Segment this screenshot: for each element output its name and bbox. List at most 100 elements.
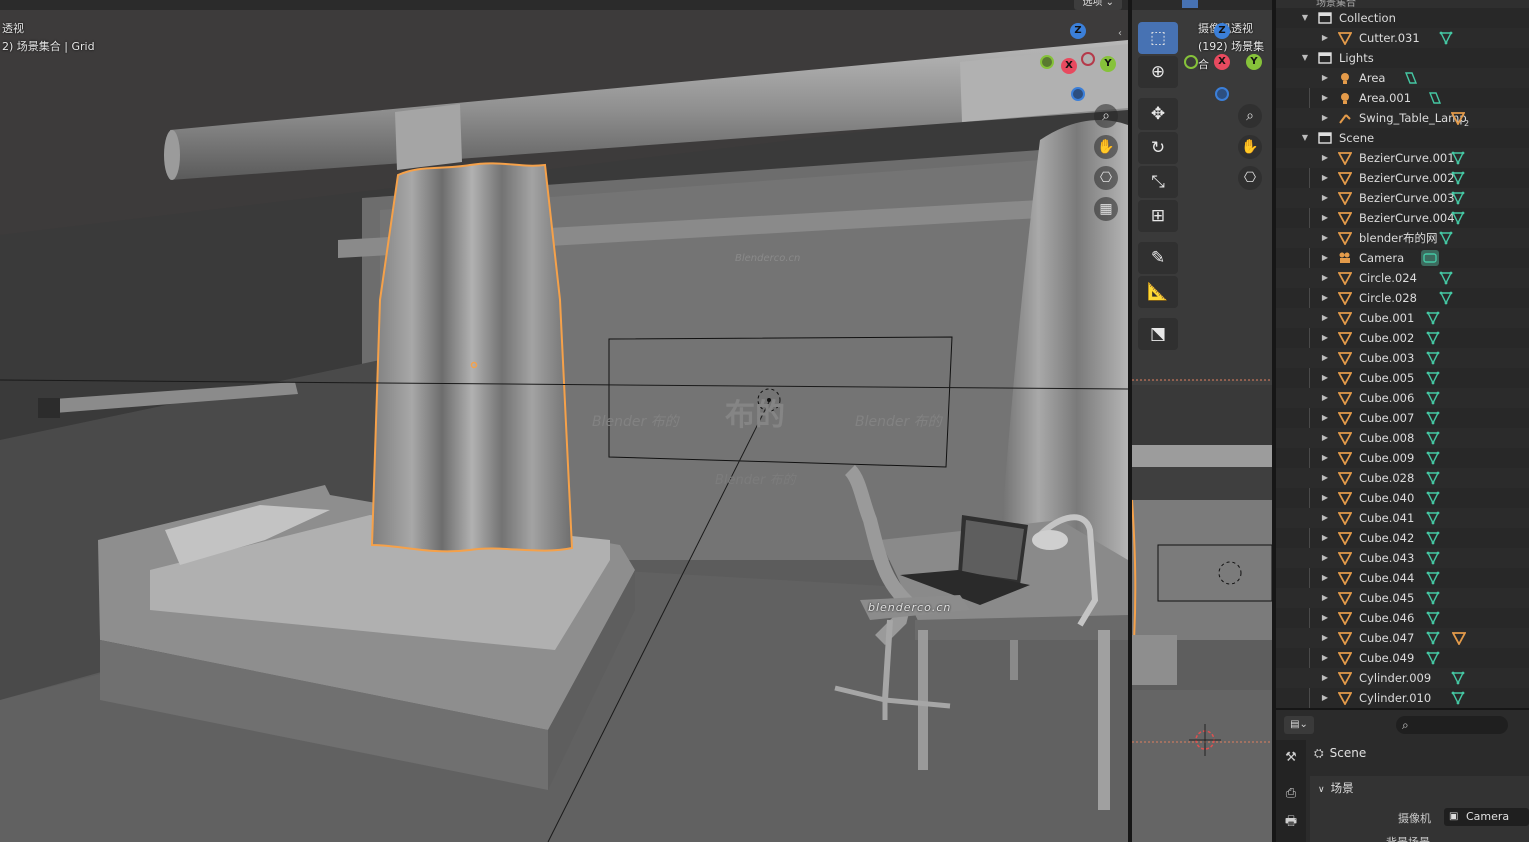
mesh-data-icon[interactable] bbox=[1426, 651, 1440, 665]
expand-right-icon[interactable]: ▶ bbox=[1320, 628, 1330, 648]
editor-type-dropdown[interactable]: ▤⌄ bbox=[1284, 716, 1314, 734]
camera-icon[interactable]: ⎔ bbox=[1238, 166, 1262, 190]
expand-right-icon[interactable]: ▶ bbox=[1320, 508, 1330, 528]
expand-right-icon[interactable]: ▶ bbox=[1320, 348, 1330, 368]
collapse-arrow-icon[interactable]: ‹ bbox=[1118, 28, 1122, 39]
outliner-row[interactable]: ▶ Cube.001 bbox=[1276, 308, 1529, 328]
outliner-row[interactable]: ▶ Circle.024 bbox=[1276, 268, 1529, 288]
expand-down-icon[interactable]: ▼ bbox=[1300, 8, 1310, 28]
mesh-data-icon[interactable] bbox=[1426, 331, 1440, 345]
outliner-row[interactable]: ▶ Cube.009 bbox=[1276, 448, 1529, 468]
mesh-data-icon[interactable] bbox=[1426, 571, 1440, 585]
expand-right-icon[interactable]: ▶ bbox=[1320, 308, 1330, 328]
outliner-row[interactable]: ▶ Cube.049 bbox=[1276, 648, 1529, 668]
transform-icon[interactable]: ⊞ bbox=[1138, 200, 1178, 232]
hand-icon[interactable]: ✋ bbox=[1238, 135, 1262, 159]
outliner-item-name[interactable]: BezierCurve.002 bbox=[1359, 168, 1455, 188]
outliner-row[interactable]: ▶ Cube.006 bbox=[1276, 388, 1529, 408]
hand-icon[interactable]: ✋ bbox=[1094, 135, 1118, 159]
mesh-multi-icon[interactable] bbox=[1450, 111, 1466, 126]
render-icon[interactable]: ⎙ bbox=[1281, 784, 1301, 804]
outliner-row[interactable]: ▶ Cube.045 bbox=[1276, 588, 1529, 608]
main-3d-viewport[interactable]: 选项 ⌄ 透视 2) 场景集合 | Grid Blenderco.cn 布的 B… bbox=[0, 0, 1128, 842]
mesh-data-icon[interactable] bbox=[1426, 551, 1440, 565]
outliner-item-name[interactable]: Cube.006 bbox=[1359, 388, 1414, 408]
outliner-row[interactable]: ▶ Area.001 bbox=[1276, 88, 1529, 108]
axis-neg-x-icon[interactable] bbox=[1081, 52, 1095, 66]
expand-down-icon[interactable]: ▼ bbox=[1300, 48, 1310, 68]
outliner-item-name[interactable]: Collection bbox=[1339, 8, 1396, 28]
mesh-data-icon[interactable] bbox=[1439, 291, 1453, 305]
axis-y-icon[interactable]: Y bbox=[1100, 56, 1116, 72]
axis-z-icon[interactable]: Z bbox=[1070, 23, 1086, 39]
outliner-item-name[interactable]: Cube.042 bbox=[1359, 528, 1414, 548]
expand-right-icon[interactable]: ▶ bbox=[1320, 588, 1330, 608]
expand-right-icon[interactable]: ▶ bbox=[1320, 548, 1330, 568]
measure-icon[interactable]: 📐 bbox=[1138, 276, 1178, 308]
outliner-item-name[interactable]: Cube.005 bbox=[1359, 368, 1414, 388]
outliner-row[interactable]: ▶ Cube.040 bbox=[1276, 488, 1529, 508]
outliner-item-name[interactable]: BezierCurve.004 bbox=[1359, 208, 1455, 228]
axis-neg-z-icon[interactable] bbox=[1071, 87, 1085, 101]
mesh-data-icon[interactable] bbox=[1426, 631, 1440, 645]
outliner-row[interactable]: ▶ Cube.043 bbox=[1276, 548, 1529, 568]
mesh-data-icon[interactable] bbox=[1426, 511, 1440, 525]
outliner-item-name[interactable]: Circle.028 bbox=[1359, 288, 1417, 308]
grid-icon[interactable]: ▦ bbox=[1094, 197, 1118, 221]
mesh-data-icon[interactable] bbox=[1426, 391, 1440, 405]
outliner-item-name[interactable]: Cube.002 bbox=[1359, 328, 1414, 348]
mesh-data-icon[interactable] bbox=[1426, 351, 1440, 365]
expand-right-icon[interactable]: ▶ bbox=[1320, 688, 1330, 708]
expand-right-icon[interactable]: ▶ bbox=[1320, 188, 1330, 208]
axis-y-icon[interactable]: Y bbox=[1246, 54, 1262, 70]
expand-right-icon[interactable]: ▶ bbox=[1320, 88, 1330, 108]
outliner-row[interactable]: ▶ Area bbox=[1276, 68, 1529, 88]
outliner-row[interactable]: ▶ Cube.044 bbox=[1276, 568, 1529, 588]
cursor-icon[interactable]: ⊕ bbox=[1138, 56, 1178, 88]
camera-field[interactable]: ▣ Camera bbox=[1444, 808, 1529, 826]
output-icon[interactable]: 🖶 bbox=[1281, 812, 1301, 832]
axis-neg-z-icon[interactable] bbox=[1215, 87, 1229, 101]
mesh-data-icon[interactable] bbox=[1426, 471, 1440, 485]
mesh-data-icon[interactable] bbox=[1439, 271, 1453, 285]
outliner-item-name[interactable]: Lights bbox=[1339, 48, 1374, 68]
mesh-data-icon[interactable] bbox=[1426, 611, 1440, 625]
outliner-row[interactable]: ▶ Cube.007 bbox=[1276, 408, 1529, 428]
modifier-icon[interactable] bbox=[1451, 631, 1467, 646]
outliner-item-name[interactable]: Camera bbox=[1359, 248, 1404, 268]
expand-right-icon[interactable]: ▶ bbox=[1320, 448, 1330, 468]
outliner-row[interactable]: ▼ Lights bbox=[1276, 48, 1529, 68]
mesh-data-icon[interactable] bbox=[1451, 191, 1465, 205]
outliner-item-name[interactable]: Cube.046 bbox=[1359, 608, 1414, 628]
outliner-row[interactable]: ▶ Cylinder.009 bbox=[1276, 668, 1529, 688]
expand-right-icon[interactable]: ▶ bbox=[1320, 468, 1330, 488]
outliner-item-name[interactable]: Cube.045 bbox=[1359, 588, 1414, 608]
outliner-row[interactable]: ▶ Camera bbox=[1276, 248, 1529, 268]
outliner-row[interactable]: ▶ Cube.005 bbox=[1276, 368, 1529, 388]
outliner-row[interactable]: ▶ Cutter.031 bbox=[1276, 28, 1529, 48]
outliner-item-name[interactable]: blender布的网 bbox=[1359, 228, 1437, 248]
outliner-item-name[interactable]: Area.001 bbox=[1359, 88, 1411, 108]
mesh-data-icon[interactable] bbox=[1426, 311, 1440, 325]
expand-right-icon[interactable]: ▶ bbox=[1320, 168, 1330, 188]
outliner-item-name[interactable]: Cube.040 bbox=[1359, 488, 1414, 508]
outliner-row[interactable]: ▶ BezierCurve.003 bbox=[1276, 188, 1529, 208]
mesh-data-icon[interactable] bbox=[1451, 171, 1465, 185]
outliner-row[interactable]: ▶ Swing_Table_Lamp 2 bbox=[1276, 108, 1529, 128]
outliner-item-name[interactable]: BezierCurve.001 bbox=[1359, 148, 1455, 168]
camera-icon[interactable]: ⎔ bbox=[1094, 166, 1118, 190]
outliner-item-name[interactable]: Scene bbox=[1339, 128, 1374, 148]
expand-right-icon[interactable]: ▶ bbox=[1320, 148, 1330, 168]
mesh-data-icon[interactable] bbox=[1451, 691, 1465, 705]
expand-right-icon[interactable]: ▶ bbox=[1320, 608, 1330, 628]
add-cube-icon[interactable]: ⬔ bbox=[1138, 318, 1178, 350]
expand-right-icon[interactable]: ▶ bbox=[1320, 68, 1330, 88]
mesh-data-icon[interactable] bbox=[1426, 431, 1440, 445]
tool-icon[interactable]: ⚒ bbox=[1281, 748, 1301, 768]
outliner-row[interactable]: ▼ Scene bbox=[1276, 128, 1529, 148]
zoom-icon[interactable]: ⌕ bbox=[1094, 104, 1118, 128]
axis-x-icon[interactable]: X bbox=[1214, 54, 1230, 70]
outliner-row[interactable]: ▶ Cube.041 bbox=[1276, 508, 1529, 528]
expand-right-icon[interactable]: ▶ bbox=[1320, 488, 1330, 508]
outliner-item-name[interactable]: Cube.009 bbox=[1359, 448, 1414, 468]
